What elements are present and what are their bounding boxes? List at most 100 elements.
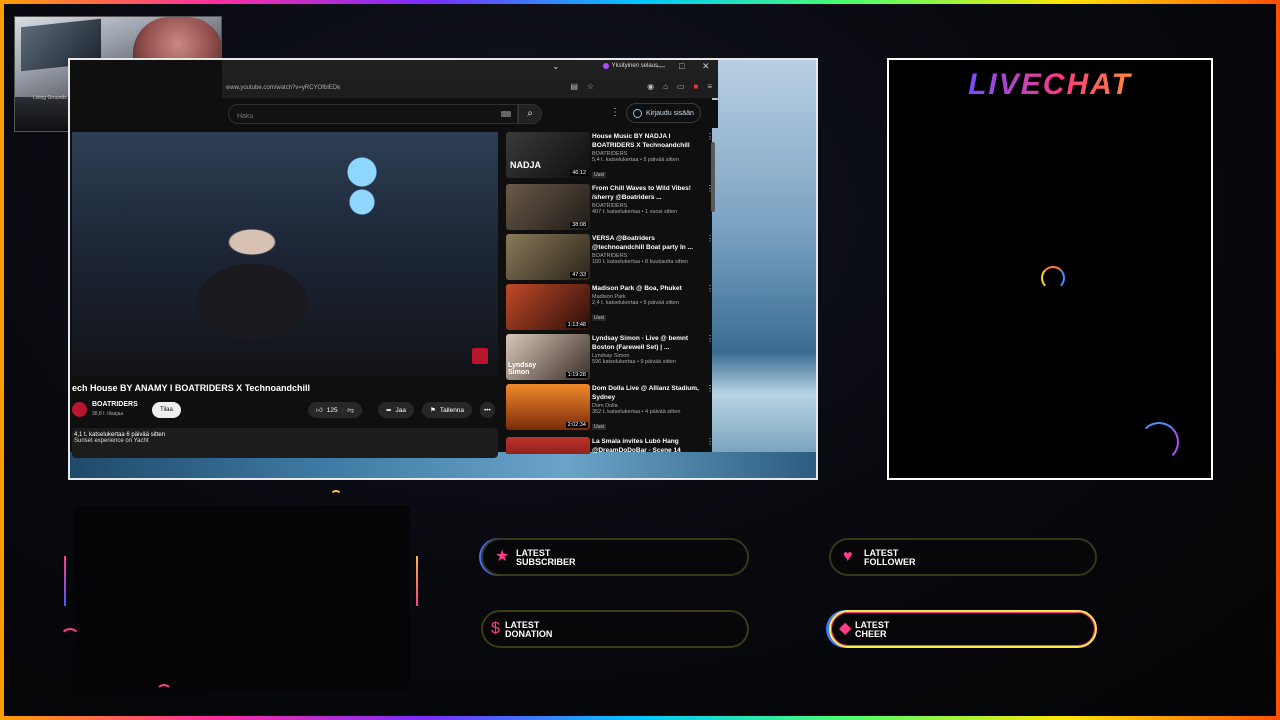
recommendation-thumbnail[interactable]: NADJA 46:12: [506, 132, 590, 178]
alert-line2: DONATION: [505, 629, 553, 639]
minimize-button[interactable]: —: [656, 61, 665, 71]
bookmark-star-icon[interactable]: ☆: [587, 82, 594, 91]
shield-icon[interactable]: ◉: [647, 82, 654, 91]
extensions-icon[interactable]: ⌂: [663, 82, 668, 91]
recommendation-item[interactable]: Lyndsay Simon 1:19:28 Lyndsay Simon - Li…: [506, 334, 718, 384]
video-duration: 46:12: [570, 170, 588, 176]
recommendation-item[interactable]: 2:02:34 Dom Dolla Live @ Allianz Stadium…: [506, 384, 718, 434]
recommendation-info: VERSA @Boatriders @technoandchill Boat p…: [592, 234, 700, 265]
recommendation-title[interactable]: House Music BY NADJA I BOATRIDERS X Tech…: [592, 132, 700, 150]
recommendation-thumbnail[interactable]: 1:13:48: [506, 284, 590, 330]
thumbs-down-icon[interactable]: 👎︎: [347, 406, 354, 414]
recommendation-thumbnail[interactable]: 2:02:34: [506, 384, 590, 430]
recommendation-item[interactable]: 1:13:48 Madison Park @ Boa, Phuket Madis…: [506, 284, 718, 334]
tab-list-chevron-icon[interactable]: ⌄: [552, 61, 560, 72]
search-box[interactable]: [228, 104, 518, 126]
latest-follower-alert: ♥ LATEST FOLLOWER: [829, 538, 1097, 576]
recommendation-title[interactable]: Dom Dolla Live @ Allianz Stadium, Sydney: [592, 384, 700, 402]
recommendation-title[interactable]: Madison Park @ Boa, Phuket: [592, 284, 700, 293]
private-mask-icon: [602, 63, 609, 69]
recommendation-title[interactable]: La Smala invites Lubó Hang @DreamDoDoBar…: [592, 437, 700, 454]
sign-in-button[interactable]: Kirjaudu sisään: [626, 103, 701, 123]
recommendation-item[interactable]: NADJA 46:12 House Music BY NADJA I BOATR…: [506, 132, 718, 182]
subscriber-count: 38,8 t. tilaajaa: [92, 411, 124, 417]
recommendation-thumbnail[interactable]: Lyndsay Simon 1:19:28: [506, 334, 590, 380]
channel-avatar[interactable]: [72, 402, 87, 417]
close-button[interactable]: ✕: [702, 61, 710, 72]
description-box[interactable]: 4,1 t. katselukertaa 6 päivää sitten Sun…: [72, 428, 498, 458]
recommendation-info: From Chill Waves to Wild Vibes! /sherry …: [592, 184, 700, 215]
recommendation-thumbnail[interactable]: 47:33: [506, 234, 590, 280]
recommendation-item[interactable]: 38:08 From Chill Waves to Wild Vibes! /s…: [506, 184, 718, 234]
neon-bar: [416, 556, 418, 606]
search-button[interactable]: ⌕: [518, 104, 542, 124]
recommendation-item[interactable]: 47:33 VERSA @Boatriders @technoandchill …: [506, 234, 718, 284]
latest-cheer-label: LATEST CHEER: [855, 621, 889, 639]
save-label: Tallenna: [439, 406, 465, 414]
background-ocean: [712, 60, 816, 478]
channel-row: BOATRIDERS 38,8 t. tilaajaa Tilaa 👍︎ 125…: [72, 400, 498, 422]
webcam-caption: Living Grounds: [33, 95, 67, 101]
video-player[interactable]: [72, 132, 498, 376]
latest-subscriber-label: LATEST SUBSCRIBER: [516, 549, 576, 567]
recommendation-title[interactable]: Lyndsay Simon - Live @ bemnt Boston (Far…: [592, 334, 700, 352]
search-input[interactable]: [229, 107, 489, 126]
recommendation-info: Lyndsay Simon - Live @ bemnt Boston (Far…: [592, 334, 700, 365]
keyboard-icon[interactable]: [501, 111, 511, 117]
thumbs-up-icon: 👍︎: [316, 407, 323, 414]
share-arrow-icon: ➦: [386, 407, 392, 414]
maximize-button[interactable]: □: [679, 61, 684, 71]
new-badge: Uusi: [592, 172, 607, 178]
account-icon: [633, 108, 642, 118]
like-button[interactable]: 👍︎ 125 | 👎︎: [308, 402, 362, 418]
private-browsing-label: Yksityinen selaus: [602, 63, 658, 69]
address-bar[interactable]: www.youtube.com/watch?v=yRCYOfbIEDk ▤ ☆ …: [222, 78, 718, 98]
menu-icon[interactable]: ≡: [707, 82, 712, 91]
recommendation-meta: 2,4 t. katselukertaa • 5 päivää sitten: [592, 300, 679, 306]
recommendation-title[interactable]: From Chill Waves to Wild Vibes! /sherry …: [592, 184, 700, 202]
livechat-title: LIVECHAT: [889, 68, 1211, 102]
latest-follower-label: LATEST FOLLOWER: [864, 549, 916, 567]
livechat-panel: LIVECHAT: [887, 58, 1213, 480]
latest-subscriber-alert: ★ LATEST SUBSCRIBER: [481, 538, 749, 576]
sidebar-icon[interactable]: ▭: [677, 82, 685, 91]
recommendation-thumbnail[interactable]: [506, 437, 590, 454]
share-label: Jaa: [395, 406, 406, 414]
like-divider: |: [341, 406, 344, 414]
secondary-camera-frame: [74, 506, 410, 692]
recommendation-item[interactable]: La Smala invites Lubó Hang @DreamDoDoBar…: [506, 437, 718, 454]
new-badge: Uusi: [592, 315, 607, 321]
like-count: 125: [326, 406, 338, 414]
save-button[interactable]: ⚑ Tallenna: [422, 402, 473, 418]
neon-bar: [64, 556, 66, 606]
video-duration: 1:13:48: [565, 322, 588, 328]
reader-view-icon[interactable]: ▤: [570, 82, 578, 91]
recommendation-title[interactable]: VERSA @Boatriders @technoandchill Boat p…: [592, 234, 700, 252]
private-browsing-text: Yksityinen selaus: [611, 63, 658, 69]
alert-line2: FOLLOWER: [864, 557, 916, 567]
recommendation-scrollbar[interactable]: [710, 132, 716, 454]
browser-title-bar[interactable]: ⌄ Yksityinen selaus — □ ✕: [222, 60, 718, 78]
addon-icon[interactable]: ■: [693, 82, 698, 91]
recommendation-meta: 100 t. katselukertaa • 8 kuukautta sitte…: [592, 259, 689, 265]
description-text: Sunset experience on Yacht: [74, 438, 149, 444]
sign-in-label: Kirjaudu sisään: [646, 109, 694, 117]
loading-spinner-icon: [1041, 266, 1065, 290]
subscribe-button[interactable]: Tilaa: [152, 402, 181, 418]
neon-arc-icon: [1139, 422, 1179, 462]
browser-window: ⌄ Yksityinen selaus — □ ✕ www.youtube.co…: [68, 58, 818, 480]
neon-arc-icon: [60, 628, 80, 648]
scrollbar-thumb[interactable]: [711, 142, 715, 212]
recommendation-info: La Smala invites Lubó Hang @DreamDoDoBar…: [592, 437, 700, 454]
new-badge: Uusi: [592, 424, 607, 430]
recommendation-thumbnail[interactable]: 38:08: [506, 184, 590, 230]
share-button[interactable]: ➦ Jaa: [378, 402, 414, 418]
neon-arc-icon: [156, 684, 172, 700]
alert-line2: SUBSCRIBER: [516, 557, 576, 567]
bookmark-icon: ⚑: [430, 407, 436, 414]
channel-name[interactable]: BOATRIDERS: [92, 401, 138, 408]
more-actions-button[interactable]: •••: [480, 402, 495, 418]
video-duration: 38:08: [570, 222, 588, 228]
url-text[interactable]: www.youtube.com/watch?v=yRCYOfbIEDk: [226, 85, 340, 91]
settings-kebab-icon[interactable]: ⋮: [610, 107, 620, 118]
